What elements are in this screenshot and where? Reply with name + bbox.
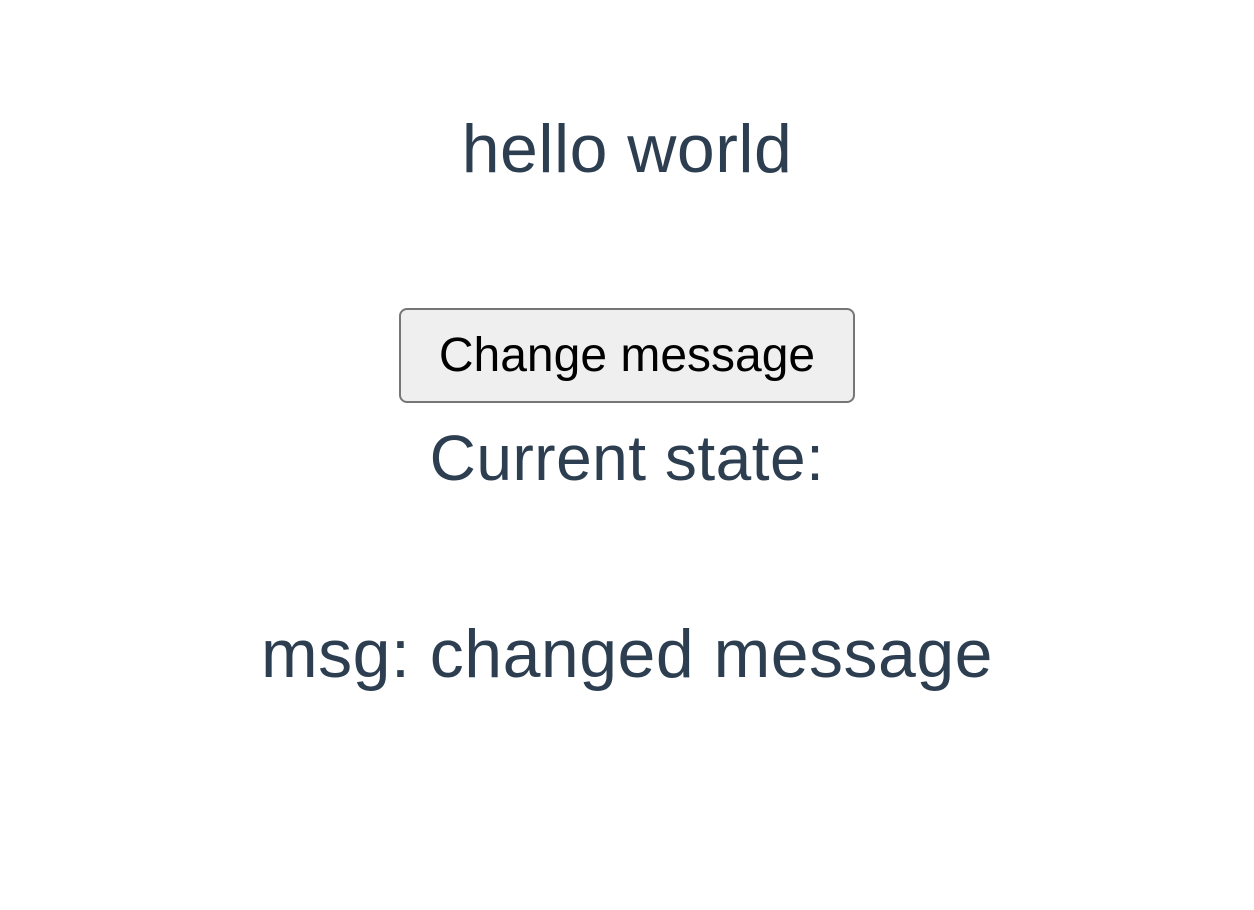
current-state-label: Current state: xyxy=(0,421,1254,495)
page-heading: hello world xyxy=(0,110,1254,188)
current-state-value: msg: changed message xyxy=(0,615,1254,693)
change-message-button[interactable]: Change message xyxy=(399,308,855,403)
